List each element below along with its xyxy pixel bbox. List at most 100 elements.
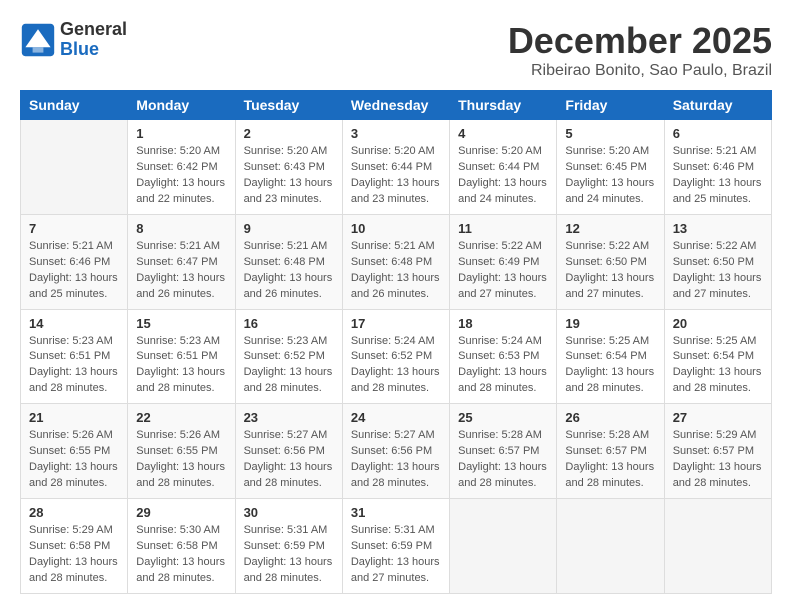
calendar-cell: 15Sunrise: 5:23 AM Sunset: 6:51 PM Dayli… [128, 309, 235, 404]
title-section: December 2025 Ribeirao Bonito, Sao Paulo… [508, 20, 772, 80]
calendar-week-row: 21 Sunrise: 5:26 AM Sunset: 6:55 PM Dayli… [21, 404, 772, 499]
day-info: Sunrise: 5:22 AM Sunset: 6:50 PM Dayligh… [673, 239, 763, 303]
day-info: Sunrise: 5:21 AM Sunset: 6:47 PM Dayligh… [136, 239, 226, 303]
calendar-header-thursday: Thursday [450, 91, 557, 120]
day-info: Sunrise: 5:27 AM Sunset: 6:56 PM Dayligh… [244, 428, 334, 492]
day-info: Sunrise: 5:24 AM Sunset: 6:53 PM Dayligh… [458, 334, 548, 398]
day-number: 11 [458, 221, 548, 236]
day-info: Sunrise: 5:21 AM Sunset: 6:48 PM Dayligh… [244, 239, 334, 303]
day-info: Sunrise: 5:24 AM Sunset: 6:52 PM Dayligh… [351, 334, 441, 398]
calendar-cell: 5 Sunrise: 5:20 AM Sunset: 6:45 PM Daylig… [557, 120, 664, 215]
day-info: Sunrise: 5:31 AM Sunset: 6:59 PM Dayligh… [351, 523, 441, 587]
day-number: 13 [673, 221, 763, 236]
day-number: 1 [136, 126, 226, 141]
day-info: Sunrise: 5:23 AM Sunset: 6:52 PM Dayligh… [244, 334, 334, 398]
day-info: Sunrise: 5:27 AM Sunset: 6:56 PM Dayligh… [351, 428, 441, 492]
day-number: 16 [244, 316, 334, 331]
day-info: Sunrise: 5:26 AM Sunset: 6:55 PM Dayligh… [29, 428, 119, 492]
day-number: 23 [244, 410, 334, 425]
logo-text: General Blue [60, 20, 127, 60]
calendar-table: SundayMondayTuesdayWednesdayThursdayFrid… [20, 90, 772, 594]
page-container: General Blue December 2025 Ribeirao Boni… [20, 20, 772, 594]
calendar-week-row: 1 Sunrise: 5:20 AM Sunset: 6:42 PM Daylig… [21, 120, 772, 215]
day-info: Sunrise: 5:29 AM Sunset: 6:58 PM Dayligh… [29, 523, 119, 587]
day-info: Sunrise: 5:21 AM Sunset: 6:48 PM Dayligh… [351, 239, 441, 303]
day-number: 10 [351, 221, 441, 236]
day-number: 27 [673, 410, 763, 425]
calendar-week-row: 28 Sunrise: 5:29 AM Sunset: 6:58 PM Dayli… [21, 499, 772, 594]
day-number: 28 [29, 505, 119, 520]
day-number: 26 [565, 410, 655, 425]
calendar-cell [21, 120, 128, 215]
day-number: 20 [673, 316, 763, 331]
day-info: Sunrise: 5:22 AM Sunset: 6:49 PM Dayligh… [458, 239, 548, 303]
calendar-cell: 31 Sunrise: 5:31 AM Sunset: 6:59 PM Dayli… [342, 499, 449, 594]
calendar-cell [450, 499, 557, 594]
logo: General Blue [20, 20, 127, 60]
day-number: 12 [565, 221, 655, 236]
day-info: Sunrise: 5:21 AM Sunset: 6:46 PM Dayligh… [673, 144, 763, 208]
calendar-cell: 13 Sunrise: 5:22 AM Sunset: 6:50 PM Dayli… [664, 214, 771, 309]
calendar-cell: 14 Sunrise: 5:23 AM Sunset: 6:51 PM Dayli… [21, 309, 128, 404]
calendar-cell: 1 Sunrise: 5:20 AM Sunset: 6:42 PM Daylig… [128, 120, 235, 215]
day-info: Sunrise: 5:30 AM Sunset: 6:58 PM Dayligh… [136, 523, 226, 587]
calendar-header-sunday: Sunday [21, 91, 128, 120]
day-number: 21 [29, 410, 119, 425]
calendar-header-wednesday: Wednesday [342, 91, 449, 120]
day-number: 14 [29, 316, 119, 331]
day-info: Sunrise: 5:28 AM Sunset: 6:57 PM Dayligh… [458, 428, 548, 492]
calendar-cell: 8 Sunrise: 5:21 AM Sunset: 6:47 PM Daylig… [128, 214, 235, 309]
day-info: Sunrise: 5:26 AM Sunset: 6:55 PM Dayligh… [136, 428, 226, 492]
calendar-cell: 30 Sunrise: 5:31 AM Sunset: 6:59 PM Dayli… [235, 499, 342, 594]
calendar-cell: 26 Sunrise: 5:28 AM Sunset: 6:57 PM Dayli… [557, 404, 664, 499]
day-number: 6 [673, 126, 763, 141]
day-info: Sunrise: 5:28 AM Sunset: 6:57 PM Dayligh… [565, 428, 655, 492]
calendar-cell: 16 Sunrise: 5:23 AM Sunset: 6:52 PM Dayli… [235, 309, 342, 404]
calendar-cell: 18 Sunrise: 5:24 AM Sunset: 6:53 PM Dayli… [450, 309, 557, 404]
calendar-cell: 2 Sunrise: 5:20 AM Sunset: 6:43 PM Daylig… [235, 120, 342, 215]
day-number: 30 [244, 505, 334, 520]
calendar-cell [557, 499, 664, 594]
calendar-header-friday: Friday [557, 91, 664, 120]
calendar-cell: 10 Sunrise: 5:21 AM Sunset: 6:48 PM Dayli… [342, 214, 449, 309]
calendar-cell: 6 Sunrise: 5:21 AM Sunset: 6:46 PM Daylig… [664, 120, 771, 215]
day-info: Sunrise: 5:25 AM Sunset: 6:54 PM Dayligh… [565, 334, 655, 398]
calendar-week-row: 14 Sunrise: 5:23 AM Sunset: 6:51 PM Dayli… [21, 309, 772, 404]
day-number: 22 [136, 410, 226, 425]
calendar-header-row: SundayMondayTuesdayWednesdayThursdayFrid… [21, 91, 772, 120]
calendar-cell: 11 Sunrise: 5:22 AM Sunset: 6:49 PM Dayli… [450, 214, 557, 309]
general-blue-icon [20, 22, 56, 58]
calendar-cell: 24 Sunrise: 5:27 AM Sunset: 6:56 PM Dayli… [342, 404, 449, 499]
calendar-header-monday: Monday [128, 91, 235, 120]
day-number: 19 [565, 316, 655, 331]
calendar-cell: 3Sunrise: 5:20 AM Sunset: 6:44 PM Daylig… [342, 120, 449, 215]
day-number: 8 [136, 221, 226, 236]
calendar-cell: 12Sunrise: 5:22 AM Sunset: 6:50 PM Dayli… [557, 214, 664, 309]
day-info: Sunrise: 5:21 AM Sunset: 6:46 PM Dayligh… [29, 239, 119, 303]
calendar-cell: 23 Sunrise: 5:27 AM Sunset: 6:56 PM Dayli… [235, 404, 342, 499]
calendar-cell: 9 Sunrise: 5:21 AM Sunset: 6:48 PM Daylig… [235, 214, 342, 309]
calendar-cell: 22 Sunrise: 5:26 AM Sunset: 6:55 PM Dayli… [128, 404, 235, 499]
day-info: Sunrise: 5:31 AM Sunset: 6:59 PM Dayligh… [244, 523, 334, 587]
calendar-cell: 21 Sunrise: 5:26 AM Sunset: 6:55 PM Dayli… [21, 404, 128, 499]
calendar-cell: 4 Sunrise: 5:20 AM Sunset: 6:44 PM Daylig… [450, 120, 557, 215]
day-info: Sunrise: 5:23 AM Sunset: 6:51 PM Dayligh… [29, 334, 119, 398]
day-info: Sunrise: 5:20 AM Sunset: 6:42 PM Dayligh… [136, 144, 226, 208]
day-info: Sunrise: 5:20 AM Sunset: 6:44 PM Dayligh… [458, 144, 548, 208]
day-number: 15 [136, 316, 226, 331]
calendar-cell: 17Sunrise: 5:24 AM Sunset: 6:52 PM Dayli… [342, 309, 449, 404]
calendar-cell: 19 Sunrise: 5:25 AM Sunset: 6:54 PM Dayli… [557, 309, 664, 404]
day-number: 9 [244, 221, 334, 236]
day-number: 5 [565, 126, 655, 141]
day-number: 4 [458, 126, 548, 141]
day-number: 24 [351, 410, 441, 425]
day-number: 2 [244, 126, 334, 141]
day-number: 18 [458, 316, 548, 331]
calendar-cell: 25 Sunrise: 5:28 AM Sunset: 6:57 PM Dayli… [450, 404, 557, 499]
day-number: 31 [351, 505, 441, 520]
day-number: 25 [458, 410, 548, 425]
calendar-header-tuesday: Tuesday [235, 91, 342, 120]
day-info: Sunrise: 5:20 AM Sunset: 6:45 PM Dayligh… [565, 144, 655, 208]
calendar-cell [664, 499, 771, 594]
day-info: Sunrise: 5:20 AM Sunset: 6:43 PM Dayligh… [244, 144, 334, 208]
